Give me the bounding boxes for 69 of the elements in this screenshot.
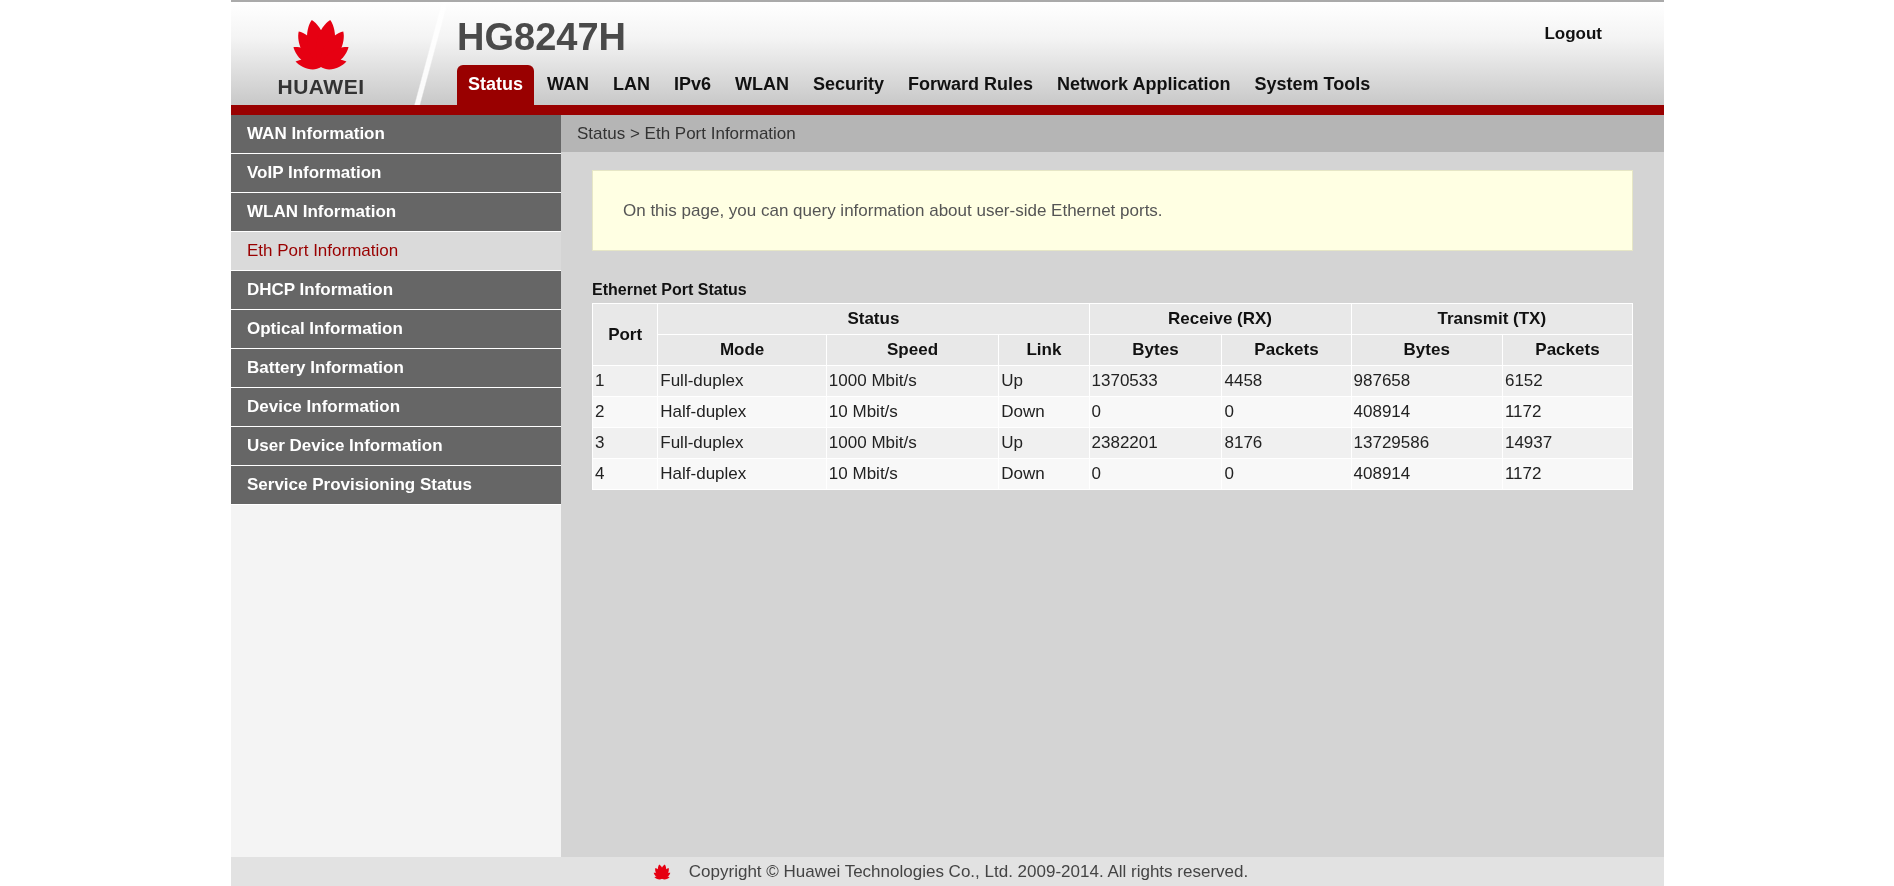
logout-link[interactable]: Logout [1544,24,1602,44]
table-cell: 3 [592,427,658,459]
table-title: Ethernet Port Status [592,281,748,299]
table-cell: 13729586 [1351,427,1503,459]
device-model-title: HG8247H [457,16,626,59]
column-header: Packets [1502,334,1633,366]
table-cell: 8176 [1221,427,1352,459]
table-cell: 0 [1221,396,1352,428]
sidebar-item[interactable]: Optical Information [231,310,561,349]
table-cell: Full-duplex [657,427,827,459]
table-cell: 1 [592,365,658,397]
table-cell: Half-duplex [657,396,827,428]
table-cell: 2 [592,396,658,428]
table-cell: 408914 [1351,458,1503,490]
table-cell: Up [998,427,1089,459]
nav-tab[interactable]: System Tools [1243,66,1382,105]
table-cell: 4 [592,458,658,490]
column-group-header: Transmit (TX) [1351,303,1633,335]
info-message: On this page, you can query information about user-side Ethernet ports. [592,170,1633,251]
table-cell: 0 [1089,396,1222,428]
table-cell: 1370533 [1089,365,1222,397]
column-group-header: Receive (RX) [1089,303,1352,335]
brand-name: HUAWEI [277,75,365,99]
sidebar-item[interactable]: Battery Information [231,349,561,388]
sidebar-item[interactable]: WLAN Information [231,193,561,232]
column-group-header: Status [657,303,1089,335]
sidebar-item[interactable]: WAN Information [231,115,561,154]
table-cell: Half-duplex [657,458,827,490]
table-cell: Up [998,365,1089,397]
nav-tab[interactable]: Security [802,66,896,105]
column-header: Link [998,334,1089,366]
column-header: Mode [657,334,827,366]
nav-tab[interactable]: WLAN [724,66,801,105]
column-header: Speed [826,334,999,366]
table-cell: 2382201 [1089,427,1222,459]
table-cell: 1000 Mbit/s [826,427,999,459]
column-header: Bytes [1351,334,1503,366]
nav-tab[interactable]: IPv6 [663,66,723,105]
table-cell: 10 Mbit/s [826,396,999,428]
nav-tab[interactable]: Forward Rules [897,66,1045,105]
nav-tab[interactable]: WAN [536,66,600,105]
table-cell: 0 [1089,458,1222,490]
table-cell: 1172 [1502,396,1633,428]
table-cell: 10 Mbit/s [826,458,999,490]
sidebar-item[interactable]: Service Provisioning Status [231,466,561,505]
table-cell: 4458 [1221,365,1352,397]
copyright-text: Copyright © Huawei Technologies Co., Ltd. 2009-2014. All rights reserved. [688,861,1249,882]
column-header: Bytes [1089,334,1222,366]
table-cell: 408914 [1351,396,1503,428]
table-cell: 0 [1221,458,1352,490]
sidebar-item[interactable]: VoIP Information [231,154,561,193]
sidebar-item[interactable]: User Device Information [231,427,561,466]
sidebar-item[interactable]: Eth Port Information [231,232,561,271]
table-cell: Down [998,458,1089,490]
table-cell: Down [998,396,1089,428]
table-cell: Full-duplex [657,365,827,397]
column-header: Port [592,303,658,366]
sidebar-item[interactable]: DHCP Information [231,271,561,310]
table-cell: 1000 Mbit/s [826,365,999,397]
nav-tab[interactable]: LAN [602,66,661,105]
breadcrumb: Status > Eth Port Information [561,115,1664,152]
nav-tab[interactable]: Status [457,65,534,105]
table-cell: 6152 [1502,365,1633,397]
nav-tab[interactable]: Network Application [1046,66,1242,105]
sidebar-item[interactable]: Device Information [231,388,561,427]
table-cell: 1172 [1502,458,1633,490]
table-cell: 14937 [1502,427,1633,459]
column-header: Packets [1221,334,1352,366]
table-cell: 987658 [1351,365,1503,397]
